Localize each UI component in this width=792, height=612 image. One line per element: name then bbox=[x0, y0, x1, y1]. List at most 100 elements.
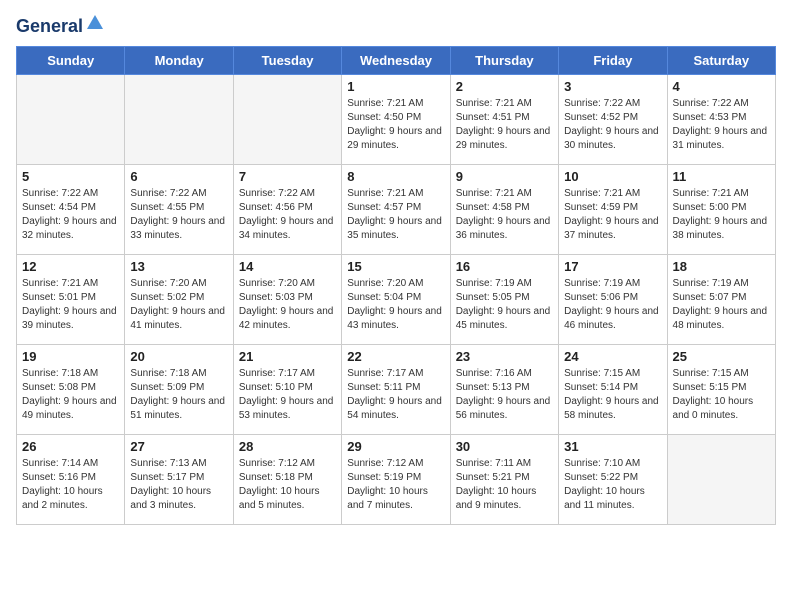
calendar-cell: 19 Sunrise: 7:18 AMSunset: 5:08 PMDayligh… bbox=[17, 344, 125, 434]
day-number: 2 bbox=[456, 79, 553, 94]
calendar-cell: 4Sunrise: 7:22 AMSunset: 4:53 PMDaylight… bbox=[667, 74, 775, 164]
cell-info: Sunrise: 7:22 AMSunset: 4:55 PMDaylight:… bbox=[130, 187, 227, 243]
day-number: 25 bbox=[673, 349, 770, 364]
col-header-monday: Monday bbox=[125, 46, 233, 74]
day-number: 20 bbox=[130, 349, 227, 364]
logo-text: General bbox=[16, 16, 83, 38]
day-number: 19 bbox=[22, 349, 119, 364]
cell-info: Sunrise: 7:14 AMSunset: 5:16 PMDaylight:… bbox=[22, 457, 119, 513]
day-number: 27 bbox=[130, 439, 227, 454]
cell-info: Sunrise: 7:13 AMSunset: 5:17 PMDaylight:… bbox=[130, 457, 227, 513]
cell-info: Sunrise: 7:17 AMSunset: 5:10 PMDaylight:… bbox=[239, 367, 336, 423]
cell-info: Sunrise: 7:21 AMSunset: 4:51 PMDaylight:… bbox=[456, 97, 553, 153]
week-row-3: 12 Sunrise: 7:21 AMSunset: 5:01 PMDayligh… bbox=[17, 254, 776, 344]
cell-info: Sunrise: 7:18 AMSunset: 5:08 PMDaylight:… bbox=[22, 367, 119, 423]
calendar-cell: 14 Sunrise: 7:20 AMSunset: 5:03 PMDayligh… bbox=[233, 254, 341, 344]
day-number: 18 bbox=[673, 259, 770, 274]
calendar-header-row: SundayMondayTuesdayWednesdayThursdayFrid… bbox=[17, 46, 776, 74]
week-row-5: 26Sunrise: 7:14 AMSunset: 5:16 PMDayligh… bbox=[17, 434, 776, 524]
day-number: 23 bbox=[456, 349, 553, 364]
day-number: 29 bbox=[347, 439, 444, 454]
cell-info: Sunrise: 7:19 AMSunset: 5:07 PMDaylight:… bbox=[673, 277, 770, 333]
calendar-cell: 6 Sunrise: 7:22 AMSunset: 4:55 PMDaylight… bbox=[125, 164, 233, 254]
cell-info: Sunrise: 7:20 AMSunset: 5:04 PMDaylight:… bbox=[347, 277, 444, 333]
cell-info: Sunrise: 7:20 AMSunset: 5:03 PMDaylight:… bbox=[239, 277, 336, 333]
calendar-cell bbox=[125, 74, 233, 164]
day-number: 30 bbox=[456, 439, 553, 454]
calendar-cell: 16Sunrise: 7:19 AMSunset: 5:05 PMDayligh… bbox=[450, 254, 558, 344]
cell-info: Sunrise: 7:17 AMSunset: 5:11 PMDaylight:… bbox=[347, 367, 444, 423]
logo: General bbox=[16, 16, 105, 34]
calendar-cell: 31Sunrise: 7:10 AMSunset: 5:22 PMDayligh… bbox=[559, 434, 667, 524]
day-number: 9 bbox=[456, 169, 553, 184]
day-number: 22 bbox=[347, 349, 444, 364]
calendar-cell bbox=[17, 74, 125, 164]
week-row-2: 5 Sunrise: 7:22 AMSunset: 4:54 PMDaylight… bbox=[17, 164, 776, 254]
day-number: 21 bbox=[239, 349, 336, 364]
day-number: 14 bbox=[239, 259, 336, 274]
cell-info: Sunrise: 7:12 AMSunset: 5:19 PMDaylight:… bbox=[347, 457, 444, 513]
cell-info: Sunrise: 7:21 AMSunset: 4:57 PMDaylight:… bbox=[347, 187, 444, 243]
cell-info: Sunrise: 7:21 AMSunset: 4:59 PMDaylight:… bbox=[564, 187, 661, 243]
calendar-cell: 1Sunrise: 7:21 AMSunset: 4:50 PMDaylight… bbox=[342, 74, 450, 164]
col-header-thursday: Thursday bbox=[450, 46, 558, 74]
day-number: 6 bbox=[130, 169, 227, 184]
col-header-tuesday: Tuesday bbox=[233, 46, 341, 74]
calendar-cell: 15 Sunrise: 7:20 AMSunset: 5:04 PMDayligh… bbox=[342, 254, 450, 344]
day-number: 28 bbox=[239, 439, 336, 454]
calendar-cell bbox=[667, 434, 775, 524]
col-header-friday: Friday bbox=[559, 46, 667, 74]
calendar-cell: 5 Sunrise: 7:22 AMSunset: 4:54 PMDaylight… bbox=[17, 164, 125, 254]
cell-info: Sunrise: 7:16 AMSunset: 5:13 PMDaylight:… bbox=[456, 367, 553, 423]
calendar-cell: 11 Sunrise: 7:21 AMSunset: 5:00 PMDayligh… bbox=[667, 164, 775, 254]
calendar-cell: 26Sunrise: 7:14 AMSunset: 5:16 PMDayligh… bbox=[17, 434, 125, 524]
logo-icon bbox=[85, 13, 105, 33]
day-number: 12 bbox=[22, 259, 119, 274]
calendar-cell: 17 Sunrise: 7:19 AMSunset: 5:06 PMDayligh… bbox=[559, 254, 667, 344]
day-number: 11 bbox=[673, 169, 770, 184]
calendar-cell: 8Sunrise: 7:21 AMSunset: 4:57 PMDaylight… bbox=[342, 164, 450, 254]
day-number: 15 bbox=[347, 259, 444, 274]
cell-info: Sunrise: 7:22 AMSunset: 4:53 PMDaylight:… bbox=[673, 97, 770, 153]
calendar-cell: 22 Sunrise: 7:17 AMSunset: 5:11 PMDayligh… bbox=[342, 344, 450, 434]
day-number: 24 bbox=[564, 349, 661, 364]
calendar-cell: 25 Sunrise: 7:15 AMSunset: 5:15 PMDayligh… bbox=[667, 344, 775, 434]
day-number: 10 bbox=[564, 169, 661, 184]
calendar-cell: 29 Sunrise: 7:12 AMSunset: 5:19 PMDayligh… bbox=[342, 434, 450, 524]
day-number: 17 bbox=[564, 259, 661, 274]
day-number: 3 bbox=[564, 79, 661, 94]
calendar-cell: 3 Sunrise: 7:22 AMSunset: 4:52 PMDaylight… bbox=[559, 74, 667, 164]
cell-info: Sunrise: 7:22 AMSunset: 4:56 PMDaylight:… bbox=[239, 187, 336, 243]
cell-info: Sunrise: 7:22 AMSunset: 4:54 PMDaylight:… bbox=[22, 187, 119, 243]
calendar-cell: 21 Sunrise: 7:17 AMSunset: 5:10 PMDayligh… bbox=[233, 344, 341, 434]
calendar-cell: 20 Sunrise: 7:18 AMSunset: 5:09 PMDayligh… bbox=[125, 344, 233, 434]
calendar-cell: 13Sunrise: 7:20 AMSunset: 5:02 PMDayligh… bbox=[125, 254, 233, 344]
calendar-cell: 7 Sunrise: 7:22 AMSunset: 4:56 PMDaylight… bbox=[233, 164, 341, 254]
col-header-sunday: Sunday bbox=[17, 46, 125, 74]
cell-info: Sunrise: 7:21 AMSunset: 5:00 PMDaylight:… bbox=[673, 187, 770, 243]
calendar-cell: 9 Sunrise: 7:21 AMSunset: 4:58 PMDaylight… bbox=[450, 164, 558, 254]
calendar-cell: 10 Sunrise: 7:21 AMSunset: 4:59 PMDayligh… bbox=[559, 164, 667, 254]
calendar-cell bbox=[233, 74, 341, 164]
cell-info: Sunrise: 7:15 AMSunset: 5:14 PMDaylight:… bbox=[564, 367, 661, 423]
cell-info: Sunrise: 7:12 AMSunset: 5:18 PMDaylight:… bbox=[239, 457, 336, 513]
calendar-cell: 28 Sunrise: 7:12 AMSunset: 5:18 PMDayligh… bbox=[233, 434, 341, 524]
day-number: 7 bbox=[239, 169, 336, 184]
cell-info: Sunrise: 7:11 AMSunset: 5:21 PMDaylight:… bbox=[456, 457, 553, 513]
calendar-cell: 24 Sunrise: 7:15 AMSunset: 5:14 PMDayligh… bbox=[559, 344, 667, 434]
cell-info: Sunrise: 7:21 AMSunset: 5:01 PMDaylight:… bbox=[22, 277, 119, 333]
week-row-1: 1Sunrise: 7:21 AMSunset: 4:50 PMDaylight… bbox=[17, 74, 776, 164]
calendar-cell: 18 Sunrise: 7:19 AMSunset: 5:07 PMDayligh… bbox=[667, 254, 775, 344]
cell-info: Sunrise: 7:21 AMSunset: 4:58 PMDaylight:… bbox=[456, 187, 553, 243]
cell-info: Sunrise: 7:18 AMSunset: 5:09 PMDaylight:… bbox=[130, 367, 227, 423]
day-number: 1 bbox=[347, 79, 444, 94]
cell-info: Sunrise: 7:22 AMSunset: 4:52 PMDaylight:… bbox=[564, 97, 661, 153]
day-number: 5 bbox=[22, 169, 119, 184]
cell-info: Sunrise: 7:15 AMSunset: 5:15 PMDaylight:… bbox=[673, 367, 770, 423]
cell-info: Sunrise: 7:19 AMSunset: 5:06 PMDaylight:… bbox=[564, 277, 661, 333]
calendar-cell: 12 Sunrise: 7:21 AMSunset: 5:01 PMDayligh… bbox=[17, 254, 125, 344]
day-number: 31 bbox=[564, 439, 661, 454]
cell-info: Sunrise: 7:19 AMSunset: 5:05 PMDaylight:… bbox=[456, 277, 553, 333]
day-number: 13 bbox=[130, 259, 227, 274]
calendar-cell: 30 Sunrise: 7:11 AMSunset: 5:21 PMDayligh… bbox=[450, 434, 558, 524]
